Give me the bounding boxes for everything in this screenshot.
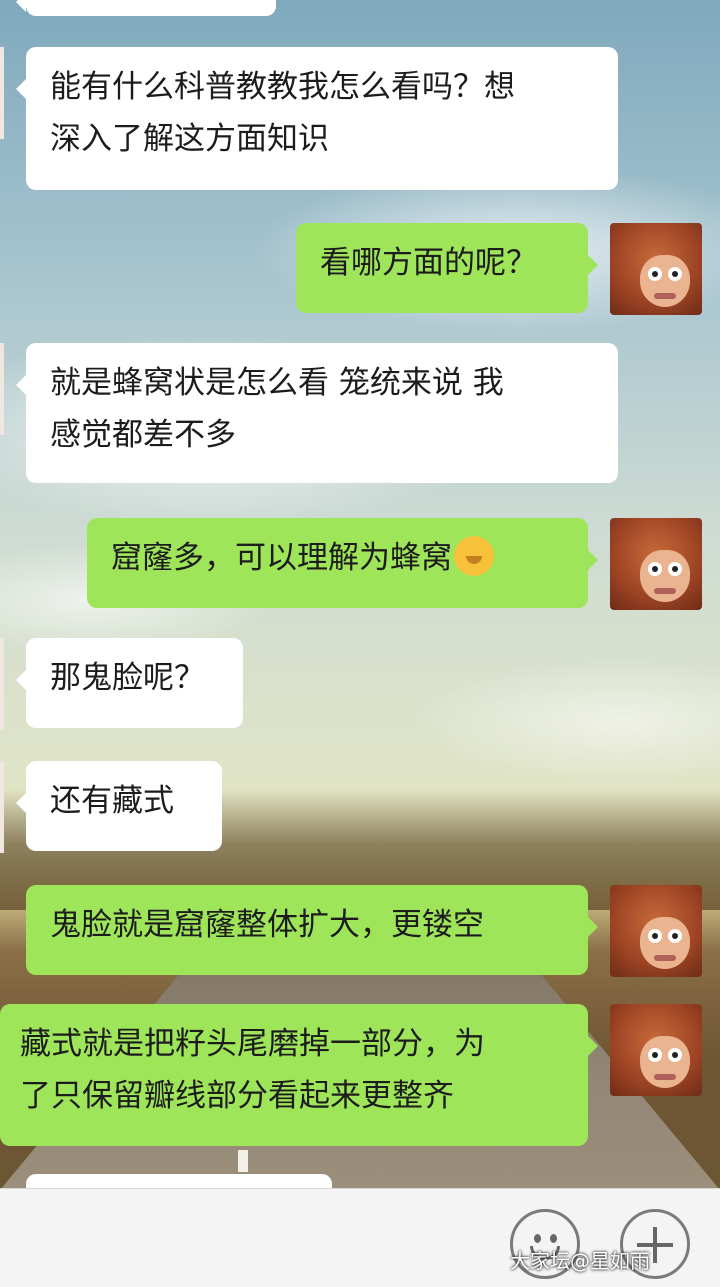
message-text-line: 深入了解这方面知识	[50, 121, 329, 157]
user-avatar[interactable]	[610, 885, 702, 977]
road-marking	[238, 1150, 248, 1172]
message-text-line: 感觉都差不多	[50, 417, 236, 453]
message-text-line: 藏式就是把籽头尾磨掉一部分，为	[20, 1026, 485, 1062]
message-text-line: 了只保留瓣线部分看起来更整齐	[20, 1078, 454, 1114]
message-text-line: 鬼脸就是窟窿整体扩大，更镂空	[50, 907, 484, 943]
message-bubble-incoming[interactable]: 能有什么科普教教我怎么看吗？想 深入了解这方面知识	[16, 47, 618, 190]
contact-avatar-edge[interactable]	[0, 343, 4, 435]
message-bubble-outgoing[interactable]: 藏式就是把籽头尾磨掉一部分，为 了只保留瓣线部分看起来更整齐	[0, 1004, 598, 1146]
user-avatar[interactable]	[610, 1004, 702, 1096]
message-text-line: 看哪方面的呢？	[320, 245, 537, 281]
contact-avatar-edge[interactable]	[0, 47, 4, 139]
user-avatar[interactable]	[610, 223, 702, 315]
watermark: 大家坛@星如雨	[510, 1249, 650, 1273]
contact-avatar-edge[interactable]	[0, 638, 4, 730]
user-avatar[interactable]	[610, 518, 702, 610]
message-bubble-incoming[interactable]: 就是蜂窝状是怎么看 笼统来说 我 感觉都差不多	[16, 343, 618, 483]
message-text-line: 还有藏式	[50, 783, 174, 819]
message-text-line: 就是蜂窝状是怎么看 笼统来说 我	[50, 365, 504, 401]
message-bubble-outgoing[interactable]: 看哪方面的呢？	[296, 223, 598, 313]
message-bubble-incoming[interactable]: 还有藏式	[16, 761, 222, 851]
message-bubble-outgoing[interactable]: 鬼脸就是窟窿整体扩大，更镂空	[26, 885, 598, 975]
contact-avatar-edge[interactable]	[0, 761, 4, 853]
message-bubble-outgoing[interactable]: 窟窿多，可以理解为蜂窝	[87, 518, 598, 608]
previous-message-bubble	[16, 0, 276, 16]
message-text-line: 那鬼脸呢？	[50, 660, 205, 696]
message-text-line: 窟窿多，可以理解为蜂窝	[111, 540, 452, 576]
thinking-face-emoji-icon	[454, 536, 494, 576]
message-bubble-incoming[interactable]: 那鬼脸呢？	[16, 638, 243, 728]
message-text-line: 能有什么科普教教我怎么看吗？想	[50, 69, 515, 105]
